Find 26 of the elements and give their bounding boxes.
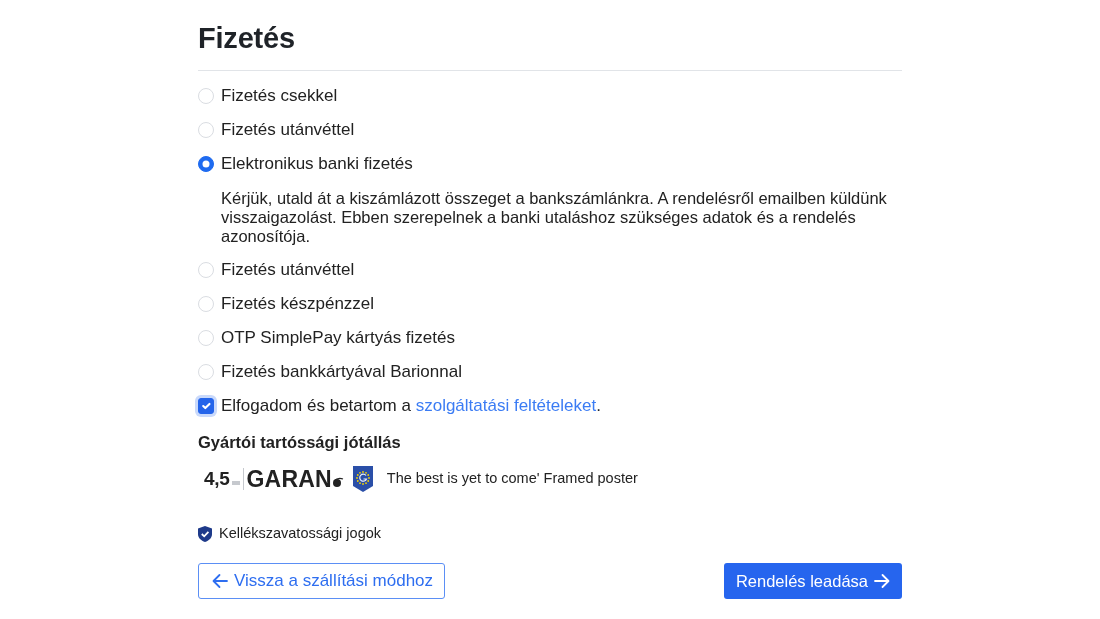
swirl-icon: [331, 477, 344, 487]
payment-option-label[interactable]: Fizetés készpénzzel: [221, 294, 375, 314]
radio-button[interactable]: [198, 156, 214, 172]
payment-description: Kérjük, utald át a kiszámlázott összeget a bankszámlánkra. A rendelésről emailben küldünk visszaigazolást. Ebben szerepelnek a banki utaláshoz szükséges adatok és a rendelés azonosítója.: [221, 189, 888, 246]
payment-option-label[interactable]: Fizetés utánvéttel: [221, 260, 355, 280]
payment-option-label[interactable]: OTP SimplePay kártyás fizetés: [221, 328, 455, 348]
back-button[interactable]: Vissza a szállítási módhoz: [198, 563, 446, 599]
terms-link[interactable]: szolgáltatási feltételeket: [415, 396, 597, 415]
logo-wordmark: GARAN: [246, 465, 332, 493]
page-title: Fizetés: [198, 21, 296, 55]
small-mark-icon: [231, 480, 240, 485]
arrow-right-icon: [874, 573, 890, 589]
product-name: The best is yet to come' Framed poster: [386, 469, 638, 489]
payment-option-label[interactable]: Elektronikus banki fizetés: [221, 154, 413, 174]
shield-check-icon: [198, 526, 212, 542]
payment-option-label[interactable]: Fizetés utánvéttel: [221, 120, 355, 140]
payment-option-label[interactable]: Fizetés csekkel: [221, 86, 338, 106]
eu-shield-icon: [352, 466, 373, 492]
rights-link[interactable]: Kellékszavatossági jogok: [219, 523, 381, 545]
checkbox[interactable]: [198, 398, 214, 414]
section-heading: Gyártói tartóssági jótállás: [198, 432, 402, 452]
payment-option-label[interactable]: Fizetés bankkártyával Barionnal: [221, 362, 462, 382]
logo-rating: 4,5: [204, 467, 230, 491]
arrow-left-icon: [212, 573, 228, 589]
submit-button[interactable]: Rendelés leadása: [723, 563, 902, 599]
terms-label[interactable]: Elfogadom és betartom a szolgáltatási feltételeket.: [221, 396, 601, 416]
